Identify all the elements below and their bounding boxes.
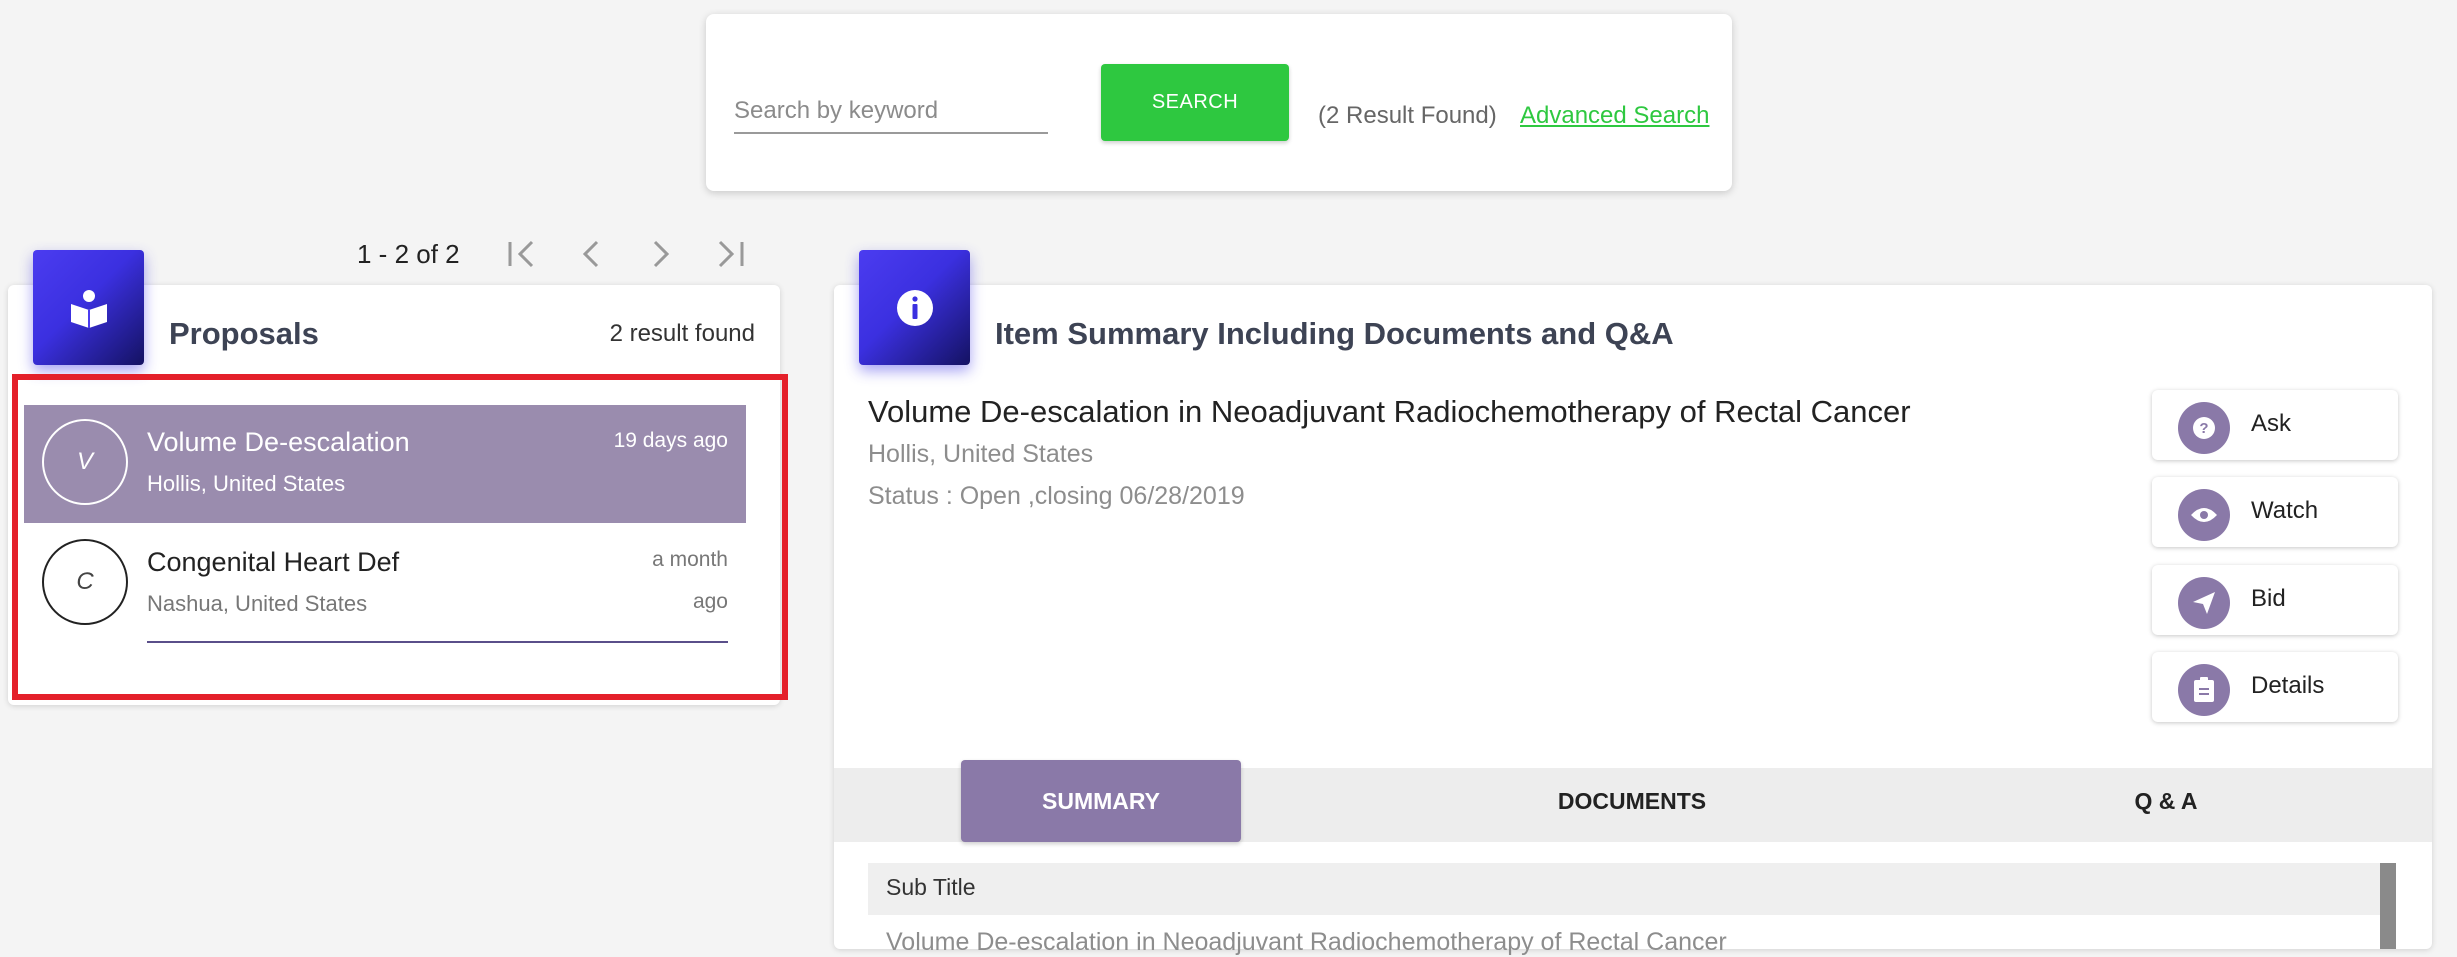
tab-summary[interactable]: SUMMARY bbox=[961, 760, 1241, 842]
subtitle-bar bbox=[868, 863, 2390, 915]
item-title: Volume De-escalation in Neoadjuvant Radi… bbox=[868, 394, 1911, 429]
highlight-box bbox=[12, 374, 788, 700]
ask-label: Ask bbox=[2251, 410, 2292, 437]
first-page-button[interactable] bbox=[500, 234, 544, 274]
proposals-title: Proposals bbox=[169, 316, 319, 351]
item-location: Hollis, United States bbox=[868, 440, 1094, 468]
details-label: Details bbox=[2251, 672, 2325, 699]
chevron-left-icon bbox=[582, 240, 599, 268]
summary-header: Item Summary Including Documents and Q&A bbox=[995, 316, 1674, 351]
previous-page-button[interactable] bbox=[569, 234, 613, 274]
subtitle-value: Volume De-escalation in Neoadjuvant Radi… bbox=[886, 928, 1727, 956]
scrollbar[interactable] bbox=[2380, 863, 2396, 949]
last-page-icon bbox=[718, 240, 744, 268]
subtitle-label: Sub Title bbox=[886, 874, 976, 900]
eye-icon bbox=[2191, 508, 2217, 522]
advanced-search-link[interactable]: Advanced Search bbox=[1520, 102, 1709, 130]
result-count: (2 Result Found) bbox=[1318, 102, 1497, 129]
chevron-right-icon bbox=[653, 240, 670, 268]
bid-label: Bid bbox=[2251, 585, 2286, 612]
clipboard-icon bbox=[2194, 677, 2214, 702]
tab-qa[interactable]: Q & A bbox=[2026, 760, 2306, 842]
book-reader-icon bbox=[70, 289, 107, 328]
proposals-count: 2 result found bbox=[609, 320, 755, 347]
item-status: Status : Open ,closing 06/28/2019 bbox=[868, 482, 1245, 510]
question-icon: ? bbox=[2193, 417, 2215, 439]
svg-text:?: ? bbox=[2199, 420, 2208, 437]
info-icon bbox=[896, 289, 933, 326]
details-button[interactable]: Details bbox=[2152, 652, 2398, 722]
last-page-button[interactable] bbox=[708, 234, 752, 274]
send-icon bbox=[2193, 592, 2215, 614]
ask-button[interactable]: ? Ask bbox=[2152, 390, 2398, 460]
next-page-button[interactable] bbox=[639, 234, 683, 274]
search-input[interactable] bbox=[734, 90, 1048, 134]
summary-card-icon bbox=[859, 250, 970, 365]
proposals-card-icon bbox=[33, 250, 144, 365]
first-page-icon bbox=[508, 240, 534, 268]
watch-label: Watch bbox=[2251, 497, 2319, 524]
bid-button[interactable]: Bid bbox=[2152, 565, 2398, 635]
search-button[interactable]: SEARCH bbox=[1101, 64, 1289, 141]
pagination-range: 1 - 2 of 2 bbox=[357, 239, 460, 269]
search-card: SEARCH (2 Result Found) Advanced Search bbox=[706, 14, 1732, 191]
tab-documents[interactable]: DOCUMENTS bbox=[1492, 760, 1772, 842]
watch-button[interactable]: Watch bbox=[2152, 477, 2398, 547]
